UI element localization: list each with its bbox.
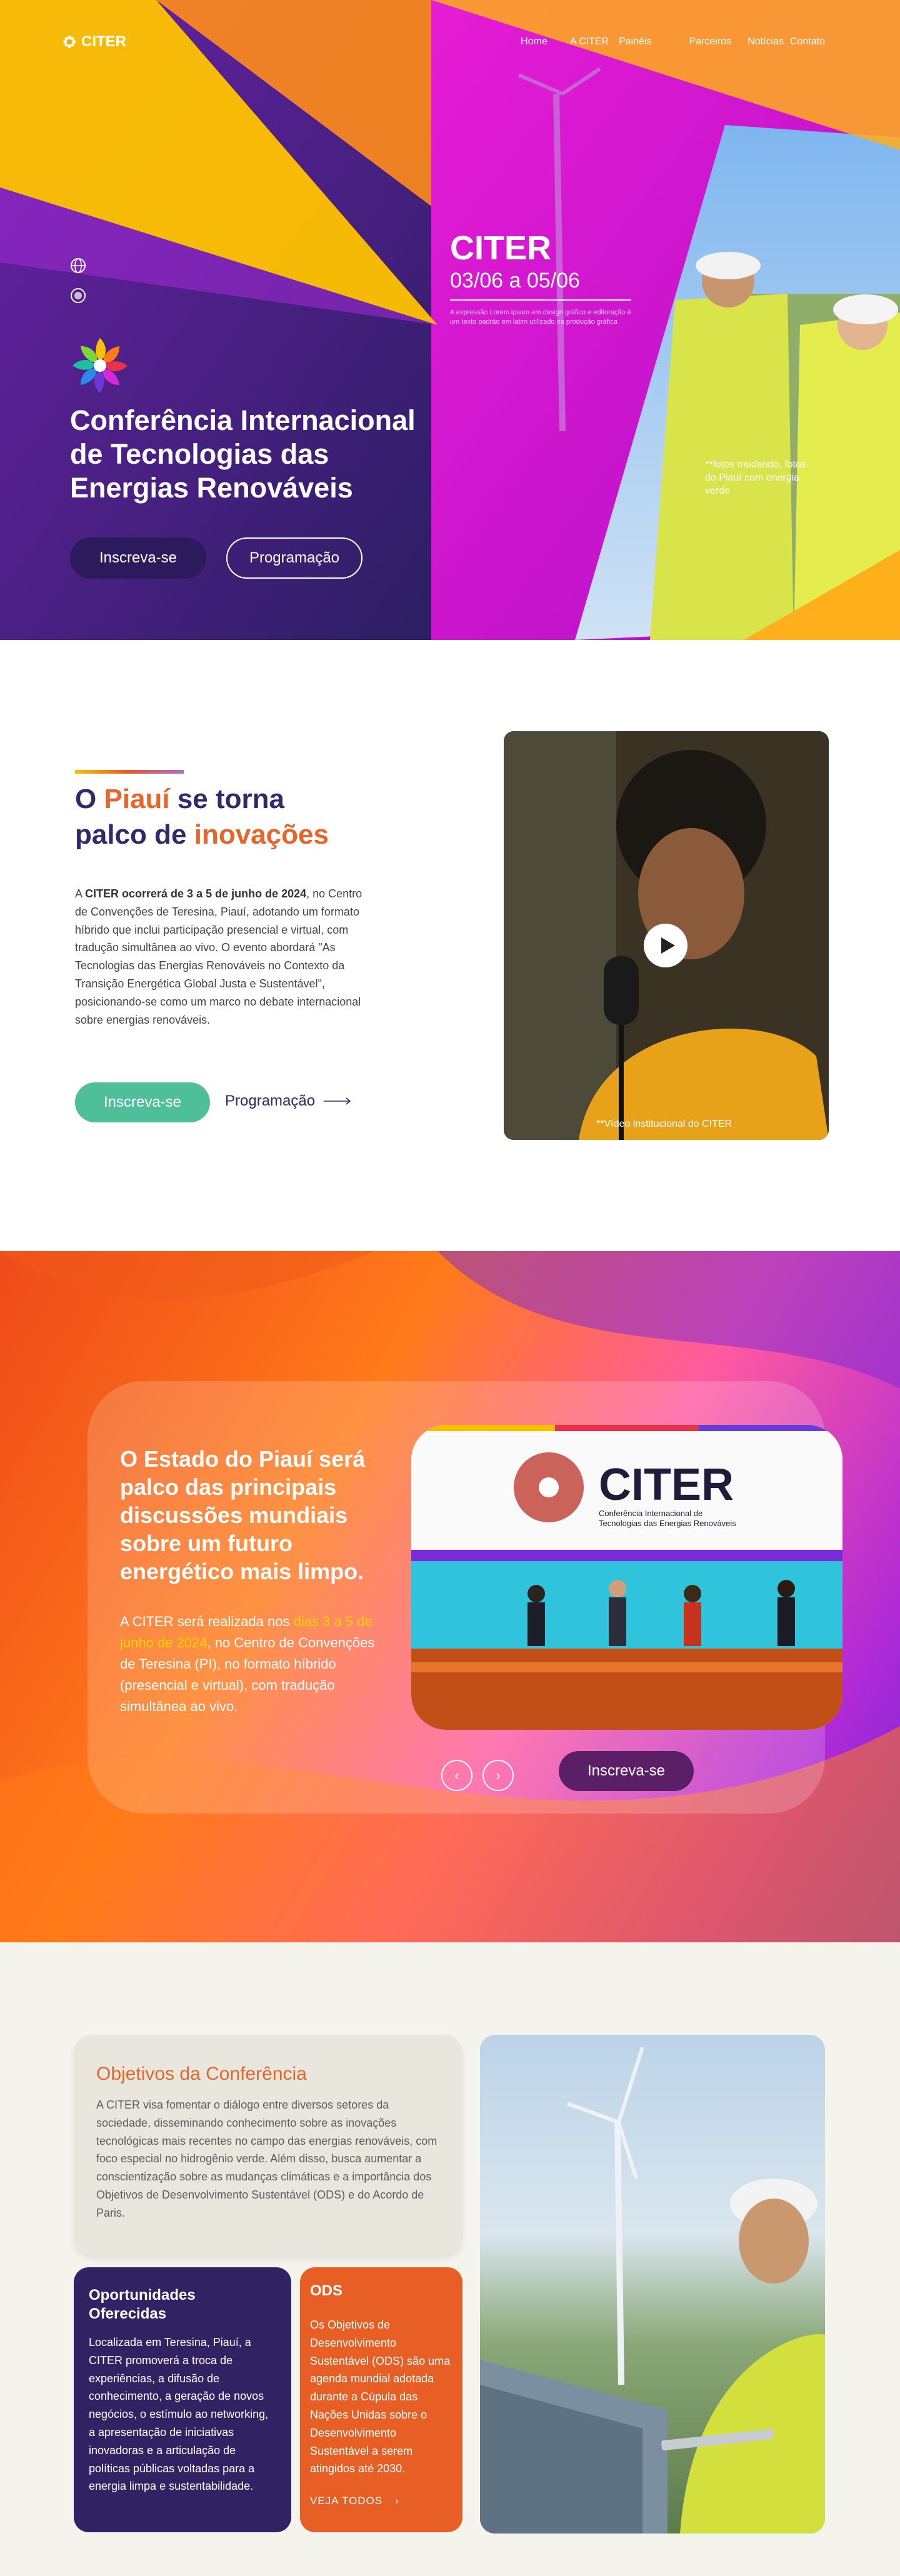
nav-link-contato[interactable]: Contato [790, 36, 825, 47]
state-register-button[interactable]: Inscreva-se [559, 1751, 694, 1791]
opportunities-title: Oportunidades Oferecidas [89, 2287, 196, 2322]
ods-see-all-link[interactable]: VEJA TODOS › [310, 2495, 399, 2507]
chevron-right-icon: › [395, 2495, 399, 2507]
nav-link-home[interactable]: Home [521, 36, 548, 47]
about-prefix: A [75, 887, 86, 900]
hero-divider [450, 299, 631, 301]
site-logo[interactable]: CITER [62, 33, 126, 51]
goals-title: Objetivos da Conferência [96, 2064, 307, 2084]
goals-section: Objetivos da Conferência A CITER visa fo… [0, 1942, 900, 2576]
wind-farm-engineer-photo [480, 2035, 825, 2534]
engineer-laptop-illustration [480, 2047, 825, 2534]
opportunities-card: Oportunidades Oferecidas Localizada em T… [74, 2267, 291, 2532]
hero-brand-block: CITER 03/06 a 05/06 A expressão Lorem ip… [450, 229, 638, 327]
banner-subtitle: Conferência Internacional de Tecnologias… [599, 1509, 736, 1528]
carousel-controls: ‹ › [441, 1760, 514, 1791]
hero-dates: 03/06 a 05/06 [450, 269, 580, 292]
state-title-part1: O Estado do Piauí será palco das princip… [120, 1446, 366, 1500]
hero-program-button[interactable]: Programação [226, 537, 362, 579]
hero-title: Conferência Internacional de Tecnologias… [70, 404, 416, 504]
heading-part: se torna [169, 784, 284, 814]
state-title: O Estado do Piauí será palco das princip… [120, 1445, 389, 1585]
goals-card: Objetivos da Conferência A CITER visa fo… [74, 2035, 462, 2255]
hero-section: CITER Home A CITER Painéis Parceiros Not… [0, 0, 900, 640]
hero-register-button[interactable]: Inscreva-se [70, 537, 206, 579]
about-heading: O Piauí se torna palco de inovações [75, 781, 400, 852]
nav-links: Home A CITER Painéis Parceiros Notícias … [521, 36, 825, 47]
heading-highlight-inovacoes: inovações [194, 819, 329, 851]
state-section: O Estado do Piauí será palco das princip… [0, 1251, 900, 1942]
conference-stage-image: CITER Conferência Internacional de Tecno… [411, 1425, 842, 1730]
ods-body: Os Objetivos de Desenvolvimento Sustentá… [310, 2319, 451, 2475]
top-nav: CITER Home A CITER Painéis Parceiros Not… [62, 32, 825, 51]
logo-text: CITER [81, 33, 126, 50]
hero-placeholder-text: A expressão Lorem ipsum em design gráfic… [450, 309, 631, 326]
ods-card: ODS Os Objetivos de Desenvolvimento Sust… [300, 2267, 462, 2532]
state-paragraph: A CITER será realizada nos dias 3 a 5 de… [120, 1611, 389, 1717]
state-text-prefix: A CITER será realizada nos [120, 1614, 294, 1629]
heading-accent-bar [75, 770, 184, 774]
nav-link-paineis[interactable]: Painéis [619, 36, 651, 47]
goals-body: A CITER visa fomentar o diálogo entre di… [96, 2099, 438, 2219]
arrow-right-icon [324, 1097, 351, 1105]
banner-brand: CITER [599, 1460, 734, 1510]
about-paragraph: A CITER ocorrerá de 3 a 5 de junho de 20… [75, 885, 375, 1029]
state-title-part2: mais limpo. [234, 1559, 364, 1584]
logo-flower-icon [63, 36, 76, 48]
globe-icon[interactable] [70, 257, 86, 274]
nav-link-a-citer[interactable]: A CITER [570, 36, 609, 47]
hero-photo-note: **fotos mudando, fotos do Piauí com ener… [705, 459, 806, 496]
heading-part: palco de [75, 819, 194, 851]
about-section: O Piauí se torna palco de inovações A CI… [0, 640, 900, 1251]
about-register-button[interactable]: Inscreva-se [75, 1082, 210, 1122]
opportunities-body: Localizada em Teresina, Piauí, a CITER p… [89, 2336, 269, 2493]
stage-photo: CITER [411, 1425, 842, 1730]
heading-highlight-piaui: Piauí [104, 784, 170, 814]
institutional-video[interactable]: **Vídeo institucional do CITER [504, 731, 829, 1140]
language-option-icon[interactable] [70, 287, 86, 304]
about-body-text: , no Centro de Convenções de Teresina, P… [75, 887, 362, 1026]
see-all-label: VEJA TODOS [310, 2495, 383, 2507]
nav-link-noticias[interactable]: Notícias [748, 36, 784, 47]
play-button[interactable] [644, 924, 688, 967]
about-program-link[interactable]: Programação [225, 1092, 352, 1110]
nav-link-parceiros[interactable]: Parceiros [689, 36, 732, 47]
program-link-label: Programação [225, 1092, 316, 1109]
about-bold-text: CITER ocorrerá de 3 a 5 de junho de 2024 [85, 887, 307, 900]
video-caption: **Vídeo institucional do CITER [596, 1119, 732, 1129]
language-switcher [70, 257, 86, 304]
heading-part: O [75, 784, 104, 814]
hero-brand-title: CITER [450, 229, 551, 267]
citer-flower-emblem [72, 338, 128, 393]
ods-title: ODS [310, 2282, 343, 2299]
carousel-next-icon[interactable]: › [482, 1760, 514, 1791]
carousel-prev-icon[interactable]: ‹ [441, 1760, 472, 1791]
page: CITER Home A CITER Painéis Parceiros Not… [0, 0, 900, 2576]
